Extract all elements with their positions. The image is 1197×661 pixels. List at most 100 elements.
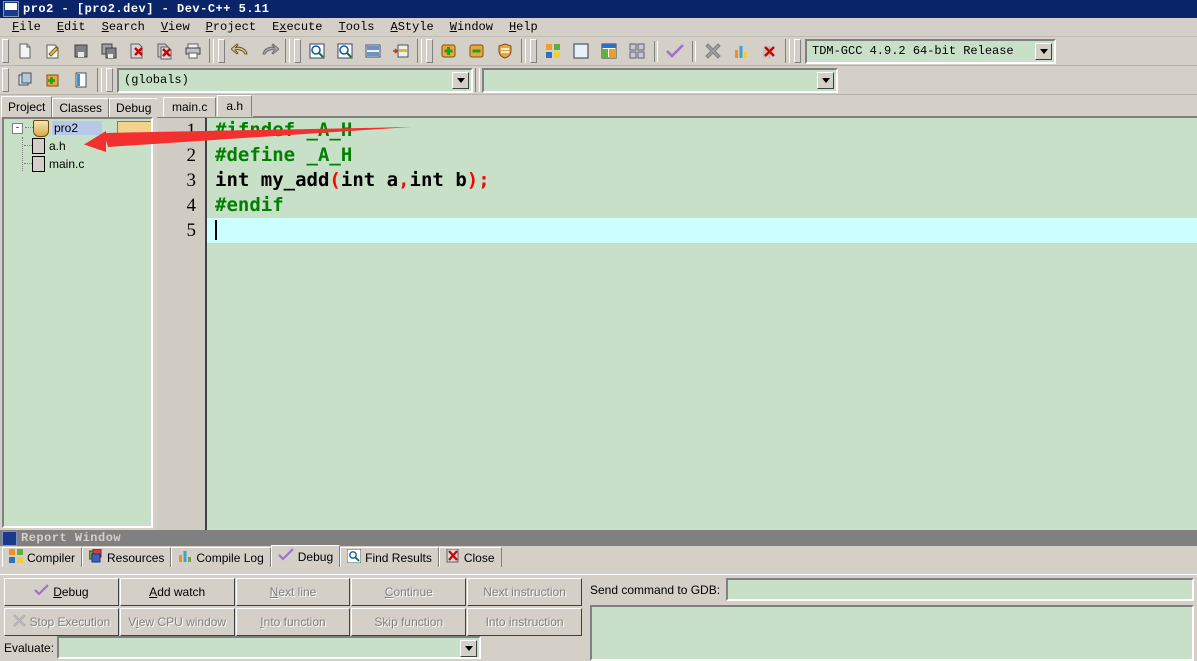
redo-icon[interactable] — [256, 39, 282, 64]
tree-node-main-c[interactable]: main.c — [4, 155, 151, 173]
code-area[interactable]: 1 2 3 4 5 #ifndef _A_H #define _A_H int my… — [157, 117, 1197, 530]
stop-execution-button[interactable]: Stop Execution — [4, 608, 119, 636]
gdb-command-input[interactable] — [726, 578, 1194, 601]
compiler-combo[interactable]: TDM-GCC 4.9.2 64-bit Release — [805, 38, 1056, 64]
report-window-tabs: Compiler Resources Compile Log Debug Fin… — [0, 545, 1197, 567]
code-token: a — [375, 169, 399, 191]
menu-item-file[interactable]: File — [4, 19, 49, 35]
into-instruction-button[interactable]: Into instruction — [467, 608, 582, 636]
code-line[interactable]: #ifndef _A_H — [207, 118, 1197, 143]
zoom-in-icon[interactable] — [436, 39, 462, 64]
code-line[interactable]: int my_add(int a,int b); — [207, 168, 1197, 193]
toolbar-grip-7[interactable] — [2, 68, 9, 92]
project-options-icon[interactable] — [68, 68, 94, 93]
close-all-icon[interactable] — [152, 39, 178, 64]
add-watch-button[interactable]: Add watch — [119, 578, 235, 606]
new-file-icon[interactable] — [12, 39, 38, 64]
tab-debug[interactable]: Debug — [270, 545, 341, 567]
member-combo[interactable] — [482, 67, 838, 93]
debug-buttons: Debug Add watch Next line Continue Next … — [4, 578, 582, 638]
replace-icon[interactable] — [332, 39, 358, 64]
code-line[interactable] — [207, 218, 1197, 243]
menu-item-search[interactable]: Search — [94, 19, 153, 35]
chevron-down-icon[interactable] — [452, 71, 469, 89]
view-cpu-window-button[interactable]: View CPU window — [119, 608, 235, 636]
menu-item-execute[interactable]: Execute — [264, 19, 330, 35]
delete-profile-icon[interactable] — [756, 39, 782, 64]
tab-resources[interactable]: Resources — [82, 547, 172, 567]
tree-expander-icon[interactable]: - — [12, 122, 23, 134]
debug-button[interactable]: Debug — [4, 578, 119, 606]
tab-compile-log[interactable]: Compile Log — [171, 547, 271, 567]
next-instruction-button[interactable]: Next instruction — [467, 578, 582, 606]
syntax-check-icon[interactable] — [662, 39, 688, 64]
save-all-icon[interactable] — [96, 39, 122, 64]
tab-compiler[interactable]: Compiler — [2, 547, 83, 567]
rebuild-all-icon[interactable] — [624, 39, 650, 64]
menu-item-help[interactable]: Help — [501, 19, 546, 35]
scope-combo[interactable]: (globals) — [117, 67, 473, 93]
menu-item-astyle[interactable]: AStyle — [383, 19, 442, 35]
shield-icon[interactable] — [492, 39, 518, 64]
print-icon[interactable] — [180, 39, 206, 64]
gdb-output-area[interactable] — [590, 605, 1194, 661]
menu-item-window[interactable]: Window — [442, 19, 501, 35]
menu-item-project[interactable]: Project — [198, 19, 264, 35]
tab-compiler-label: Compiler — [27, 550, 76, 565]
toolbar-grip-8[interactable] — [106, 68, 113, 92]
goto-line-icon[interactable] — [360, 39, 386, 64]
close-file-icon[interactable] — [124, 39, 150, 64]
tab-classes[interactable]: Classes — [52, 98, 110, 117]
menu-item-view[interactable]: View — [153, 19, 198, 35]
tree-node-a-h[interactable]: a.h — [4, 137, 151, 155]
skip-function-button-label: Skip function — [374, 615, 444, 629]
next-line-button[interactable]: Next line — [235, 578, 351, 606]
compile-icon[interactable] — [540, 39, 566, 64]
find-icon[interactable] — [304, 39, 330, 64]
save-file-icon[interactable] — [68, 39, 94, 64]
editor-tab-a-h[interactable]: a.h — [217, 95, 253, 117]
chevron-down-icon[interactable] — [460, 640, 478, 657]
tree-node-pro2[interactable]: - pro2 — [4, 119, 151, 137]
tab-find-results[interactable]: Find Results — [340, 547, 439, 567]
debug-buttons-row-2: Stop Execution View CPU window Into func… — [4, 608, 582, 636]
project-tree[interactable]: - pro2 a.h main.c — [2, 117, 153, 528]
toolbar-grip-2[interactable] — [218, 39, 225, 63]
skip-function-button[interactable]: Skip function — [351, 608, 467, 636]
chevron-down-icon[interactable] — [817, 71, 834, 89]
chevron-down-icon[interactable] — [1035, 42, 1052, 60]
into-function-button[interactable]: Into function — [235, 608, 351, 636]
goto-function-icon[interactable] — [388, 39, 414, 64]
add-to-project-icon[interactable] — [40, 68, 66, 93]
code-line[interactable]: #define _A_H — [207, 143, 1197, 168]
editor-tab-main-c[interactable]: main.c — [163, 97, 217, 117]
compile-and-run-icon[interactable] — [596, 39, 622, 64]
continue-button[interactable]: Continue — [351, 578, 467, 606]
zoom-out-icon[interactable] — [464, 39, 490, 64]
run-icon[interactable] — [568, 39, 594, 64]
tab-close[interactable]: Close — [438, 547, 502, 567]
menu-item-edit[interactable]: Edit — [49, 19, 94, 35]
toolbar-grip[interactable] — [2, 39, 9, 63]
stop-execution-icon[interactable] — [700, 39, 726, 64]
report-window-body: Debug Add watch Next line Continue Next … — [0, 574, 1197, 661]
code-token: ) — [466, 169, 479, 191]
undo-icon[interactable] — [228, 39, 254, 64]
menu-item-tools[interactable]: Tools — [331, 19, 383, 35]
tab-project[interactable]: Project — [1, 96, 53, 117]
toolbar-grip-5[interactable] — [530, 39, 537, 63]
profile-icon[interactable] — [728, 39, 754, 64]
toolbar-grip-4[interactable] — [426, 39, 433, 63]
code-lines[interactable]: #ifndef _A_H #define _A_H int my_add(int a… — [207, 118, 1197, 530]
devcpp-app-icon — [2, 530, 17, 546]
editor-tabs: main.c a.h — [157, 95, 1197, 117]
code-line[interactable]: #endif — [207, 193, 1197, 218]
toolbar-grip-3[interactable] — [294, 39, 301, 63]
evaluate-combo[interactable] — [57, 636, 482, 659]
open-file-icon[interactable] — [40, 39, 66, 64]
toolbar-grip-6[interactable] — [794, 39, 801, 63]
new-project-icon[interactable] — [12, 68, 38, 93]
tab-debug-panel[interactable]: Debug — [109, 98, 159, 117]
